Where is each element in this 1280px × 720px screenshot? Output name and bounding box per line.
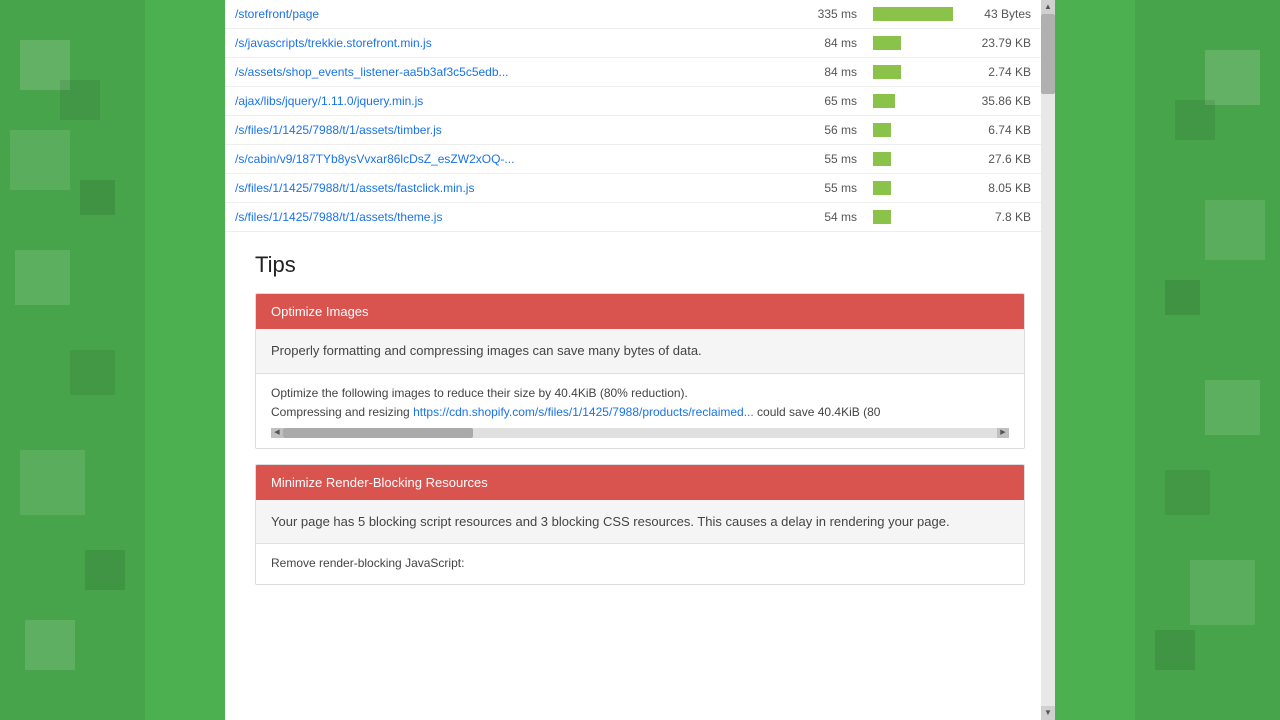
- timing-bar: [873, 210, 891, 224]
- resource-time: 335 ms: [795, 0, 865, 29]
- table-row: /s/assets/shop_events_listener-aa5b3af3c…: [225, 58, 1041, 87]
- resource-size: 27.6 KB: [961, 145, 1041, 174]
- resource-size: 35.86 KB: [961, 87, 1041, 116]
- table-row: /s/javascripts/trekkie.storefront.min.js…: [225, 29, 1041, 58]
- resource-size: 43 Bytes: [961, 0, 1041, 29]
- tip-detail-suffix-1: could save 40.4KiB (80: [754, 405, 881, 419]
- horizontal-scrollbar-1[interactable]: ◀ ▶: [271, 428, 1009, 438]
- resource-url[interactable]: /storefront/page: [225, 0, 795, 29]
- resource-size: 2.74 KB: [961, 58, 1041, 87]
- resource-time: 84 ms: [795, 29, 865, 58]
- timing-bar: [873, 94, 895, 108]
- resource-bar-cell: [865, 87, 961, 116]
- resource-size: 23.79 KB: [961, 29, 1041, 58]
- resource-size: 7.8 KB: [961, 203, 1041, 232]
- main-scroll-down[interactable]: ▼: [1041, 706, 1055, 720]
- table-row: /s/cabin/v9/187TYb8ysVvxar86lcDsZ_esZW2x…: [225, 145, 1041, 174]
- table-row: /storefront/page 335 ms 43 Bytes: [225, 0, 1041, 29]
- timing-bar: [873, 36, 901, 50]
- resource-url[interactable]: /s/cabin/v9/187TYb8ysVvxar86lcDsZ_esZW2x…: [225, 145, 795, 174]
- main-scroll-up[interactable]: ▲: [1041, 0, 1055, 14]
- resource-table: /storefront/page 335 ms 43 Bytes /s/java…: [225, 0, 1041, 232]
- timing-bar: [873, 181, 891, 195]
- tip-header-optimize-images: Optimize Images: [256, 294, 1024, 329]
- table-row: /s/files/1/1425/7988/t/1/assets/fastclic…: [225, 174, 1041, 203]
- table-row: /s/files/1/1425/7988/t/1/assets/theme.js…: [225, 203, 1041, 232]
- resource-url[interactable]: /s/files/1/1425/7988/t/1/assets/timber.j…: [225, 116, 795, 145]
- bar-wrapper: [873, 181, 953, 195]
- main-scrollbar[interactable]: ▲ ▼: [1041, 0, 1055, 720]
- timing-bar: [873, 7, 953, 21]
- tip-body-minimize-render: Your page has 5 blocking script resource…: [256, 500, 1024, 545]
- scroll-left-arrow-1[interactable]: ◀: [271, 428, 283, 438]
- resource-url[interactable]: /s/assets/shop_events_listener-aa5b3af3c…: [225, 58, 795, 87]
- tip-block-minimize-render: Minimize Render-Blocking Resources Your …: [255, 464, 1025, 585]
- resource-time: 55 ms: [795, 174, 865, 203]
- tip-header-minimize-render: Minimize Render-Blocking Resources: [256, 465, 1024, 500]
- resource-bar-cell: [865, 58, 961, 87]
- tip-body-optimize-images: Properly formatting and compressing imag…: [256, 329, 1024, 374]
- tip-detail-optimize-images: Optimize the following images to reduce …: [256, 374, 1024, 448]
- resource-url[interactable]: /s/files/1/1425/7988/t/1/assets/theme.js: [225, 203, 795, 232]
- tip-detail-link-1[interactable]: https://cdn.shopify.com/s/files/1/1425/7…: [413, 405, 754, 419]
- resource-time: 65 ms: [795, 87, 865, 116]
- bar-wrapper: [873, 210, 953, 224]
- tips-title: Tips: [255, 252, 1025, 278]
- tip-detail-minimize-render: Remove render-blocking JavaScript:: [256, 544, 1024, 583]
- bar-wrapper: [873, 65, 953, 79]
- resource-bar-cell: [865, 0, 961, 29]
- bar-wrapper: [873, 7, 953, 21]
- resource-url[interactable]: /s/javascripts/trekkie.storefront.min.js: [225, 29, 795, 58]
- bar-wrapper: [873, 152, 953, 166]
- tip-compressing-prefix: Compressing and resizing: [271, 405, 413, 419]
- bar-wrapper: [873, 94, 953, 108]
- scroll-track-1: [283, 428, 997, 438]
- resource-time: 56 ms: [795, 116, 865, 145]
- tips-section: Tips Optimize Images Properly formatting…: [225, 232, 1055, 620]
- table-row: /ajax/libs/jquery/1.11.0/jquery.min.js 6…: [225, 87, 1041, 116]
- table-row: /s/files/1/1425/7988/t/1/assets/timber.j…: [225, 116, 1041, 145]
- scroll-right-arrow-1[interactable]: ▶: [997, 428, 1009, 438]
- resource-bar-cell: [865, 174, 961, 203]
- resource-size: 6.74 KB: [961, 116, 1041, 145]
- tip-block-optimize-images: Optimize Images Properly formatting and …: [255, 293, 1025, 449]
- tip-detail-text-2: Remove render-blocking JavaScript:: [271, 556, 464, 570]
- resource-url[interactable]: /s/files/1/1425/7988/t/1/assets/fastclic…: [225, 174, 795, 203]
- scroll-thumb-h-1[interactable]: [283, 428, 473, 438]
- main-scrollbar-thumb[interactable]: [1041, 14, 1055, 94]
- resource-time: 55 ms: [795, 145, 865, 174]
- resource-url[interactable]: /ajax/libs/jquery/1.11.0/jquery.min.js: [225, 87, 795, 116]
- bar-wrapper: [873, 123, 953, 137]
- tip-detail-text-1: Optimize the following images to reduce …: [271, 386, 688, 400]
- resource-bar-cell: [865, 116, 961, 145]
- bar-wrapper: [873, 36, 953, 50]
- resource-bar-cell: [865, 29, 961, 58]
- timing-bar: [873, 123, 891, 137]
- timing-bar: [873, 65, 901, 79]
- resource-size: 8.05 KB: [961, 174, 1041, 203]
- resource-time: 84 ms: [795, 58, 865, 87]
- resource-bar-cell: [865, 203, 961, 232]
- resource-time: 54 ms: [795, 203, 865, 232]
- timing-bar: [873, 152, 891, 166]
- resource-bar-cell: [865, 145, 961, 174]
